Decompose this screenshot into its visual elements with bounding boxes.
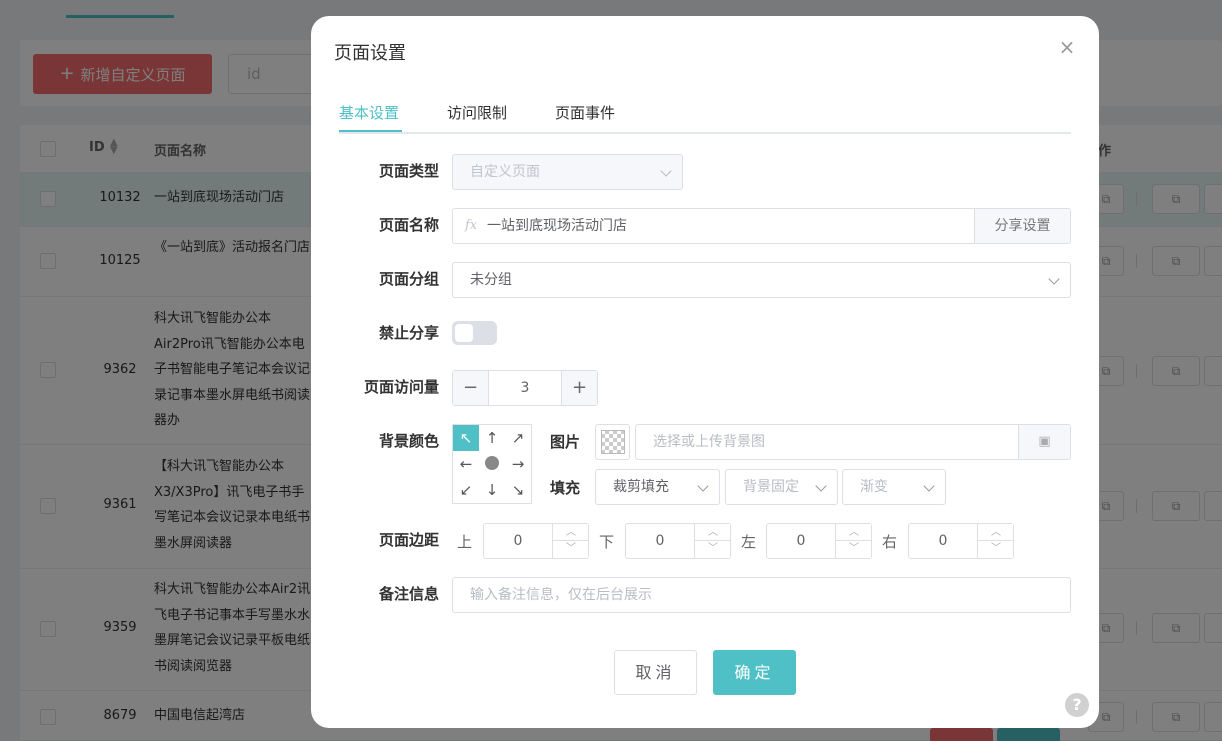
center-dot-icon[interactable]	[479, 451, 505, 477]
margin-top-input[interactable]: 0 ︿ ﹀	[483, 523, 589, 559]
chevron-down-icon[interactable]: ﹀	[978, 541, 1014, 558]
arrow-down-icon[interactable]: ↓	[479, 477, 505, 503]
settings-tabs: 基本设置 访问限制 页面事件	[339, 98, 1071, 134]
cancel-button[interactable]: 取消	[614, 650, 697, 695]
close-icon[interactable]: ×	[1057, 37, 1077, 57]
formula-icon: fx	[465, 218, 478, 233]
arrow-up-right-icon[interactable]: ↗	[505, 425, 531, 451]
chevron-down-icon	[923, 480, 935, 492]
margin-bottom-label: 下	[599, 533, 615, 551]
chevron-down-icon	[1048, 273, 1060, 285]
disable-share-toggle[interactable]	[452, 321, 497, 345]
bg-color-picker[interactable]	[595, 424, 630, 460]
tab-basic-settings[interactable]: 基本设置	[339, 102, 399, 123]
chevron-down-icon[interactable]: ﹀	[695, 541, 731, 558]
decrement-button[interactable]: −	[453, 371, 489, 405]
fill-mode-value: 裁剪填充	[613, 479, 669, 495]
margin-bottom-input[interactable]: 0 ︿ ﹀	[625, 523, 731, 559]
gradient-select[interactable]: 渐变	[842, 469, 946, 505]
chevron-down-icon	[815, 480, 827, 492]
gradient-value: 渐变	[860, 479, 888, 495]
margin-right-value: 0	[938, 533, 948, 549]
arrow-right-icon[interactable]: →	[505, 451, 531, 477]
label-remark: 备注信息	[378, 585, 439, 603]
dialog-title: 页面设置	[334, 43, 406, 64]
label-page-type: 页面类型	[378, 162, 439, 180]
chevron-up-icon[interactable]: ︿	[695, 524, 731, 541]
bg-fixed-select[interactable]: 背景固定	[725, 469, 838, 505]
help-icon[interactable]: ?	[1065, 693, 1089, 717]
page-type-value: 自定义页面	[470, 164, 540, 180]
page-group-value: 未分组	[470, 272, 512, 288]
chevron-down-icon[interactable]: ﹀	[553, 541, 589, 558]
chevron-up-icon[interactable]: ︿	[978, 524, 1014, 541]
share-settings-button[interactable]: 分享设置	[974, 209, 1070, 243]
remark-placeholder: 输入备注信息，仅在后台展示	[470, 587, 652, 603]
transparent-swatch-icon	[601, 430, 625, 454]
label-fill: 填充	[550, 479, 581, 497]
margin-left-label: 左	[741, 533, 757, 551]
chevron-up-icon[interactable]: ︿	[553, 524, 589, 541]
margin-right-label: 右	[882, 533, 898, 551]
margin-left-value: 0	[796, 533, 806, 549]
chevron-down-icon[interactable]: ﹀	[836, 541, 872, 558]
chevron-up-icon[interactable]: ︿	[836, 524, 872, 541]
bg-image-placeholder: 选择或上传背景图	[653, 434, 765, 450]
label-page-group: 页面分组	[378, 270, 439, 288]
page-name-value: 一站到底现场活动门店	[487, 218, 627, 234]
page-type-select: 自定义页面	[452, 154, 683, 190]
label-bg-color: 背景颜色	[378, 432, 439, 450]
page-views-value: 3	[520, 380, 530, 396]
page-views-stepper[interactable]: − 3 +	[452, 370, 598, 406]
arrow-up-icon[interactable]: ↑	[479, 425, 505, 451]
confirm-button[interactable]: 确定	[713, 650, 796, 695]
chevron-down-icon	[697, 480, 709, 492]
page-settings-dialog: 页面设置 × 基本设置 访问限制 页面事件 页面类型 自定义页面 页面名称 fx…	[311, 16, 1099, 728]
remark-input[interactable]: 输入备注信息，仅在后台展示	[452, 577, 1071, 613]
bg-position-grid: ↖ ↑ ↗ ← → ↙ ↓ ↘	[452, 424, 532, 504]
active-tab-indicator	[339, 130, 402, 132]
page-group-select[interactable]: 未分组	[452, 262, 1071, 298]
page-name-field[interactable]: fx 一站到底现场活动门店 分享设置	[452, 208, 1071, 244]
arrow-down-left-icon[interactable]: ↙	[453, 477, 479, 503]
image-upload-icon[interactable]: ▣	[1018, 425, 1070, 459]
label-page-views: 页面访问量	[363, 378, 439, 396]
label-disable-share: 禁止分享	[378, 324, 439, 342]
toggle-knob	[455, 324, 473, 342]
margin-right-input[interactable]: 0 ︿ ﹀	[908, 523, 1014, 559]
arrow-up-left-icon[interactable]: ↖	[453, 425, 479, 451]
tab-page-events[interactable]: 页面事件	[555, 102, 615, 123]
margin-left-input[interactable]: 0 ︿ ﹀	[766, 523, 872, 559]
margin-top-value: 0	[513, 533, 523, 549]
fill-mode-select[interactable]: 裁剪填充	[595, 469, 720, 505]
bg-fixed-value: 背景固定	[743, 479, 799, 495]
chevron-down-icon	[660, 165, 672, 177]
margin-bottom-value: 0	[655, 533, 665, 549]
label-page-name: 页面名称	[378, 216, 439, 234]
arrow-down-right-icon[interactable]: ↘	[505, 477, 531, 503]
margin-top-label: 上	[457, 533, 473, 551]
label-page-margin: 页面边距	[378, 531, 439, 549]
arrow-left-icon[interactable]: ←	[453, 451, 479, 477]
increment-button[interactable]: +	[561, 371, 597, 405]
bg-image-input[interactable]: 选择或上传背景图 ▣	[635, 424, 1071, 460]
label-image: 图片	[550, 433, 581, 451]
tab-access-limits[interactable]: 访问限制	[447, 102, 507, 123]
